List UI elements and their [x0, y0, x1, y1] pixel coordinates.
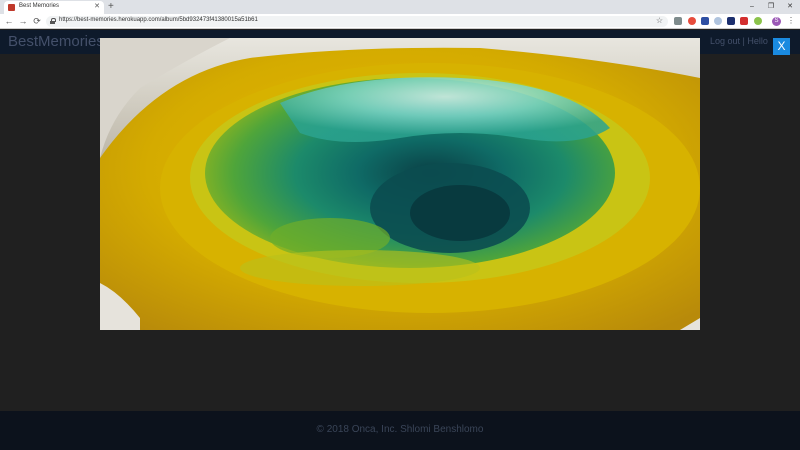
navbar-links[interactable]: Log out | Hello [710, 36, 768, 46]
profile-avatar[interactable]: S [772, 17, 781, 26]
footer-copyright: © 2018 Onca, Inc. Shlomi Benshlomo [316, 424, 484, 435]
browser-tabstrip: Best Memories ✕ + – ❐ ✕ [0, 0, 800, 14]
window-close-button[interactable]: ✕ [781, 1, 799, 12]
new-tab-button[interactable]: + [108, 0, 114, 13]
back-arrow-icon[interactable]: ← [3, 15, 15, 28]
window-minimize-button[interactable]: – [743, 1, 761, 12]
extension-icon[interactable] [754, 17, 762, 25]
lightbox-close-button[interactable]: X [773, 38, 790, 55]
extension-icon[interactable] [727, 17, 735, 25]
address-url[interactable]: https://best-memories.herokuapp.com/albu… [59, 17, 258, 23]
reload-icon[interactable]: ⟳ [31, 15, 43, 28]
brand-logo[interactable]: BestMemories [8, 33, 104, 50]
favicon-icon [8, 4, 15, 11]
app-footer: © 2018 Onca, Inc. Shlomi Benshlomo [0, 411, 800, 450]
extension-icon[interactable] [740, 17, 748, 25]
hot-spring-photo [100, 38, 700, 330]
window-maximize-button[interactable]: ❐ [762, 1, 780, 12]
tab-close-icon[interactable]: ✕ [94, 2, 100, 10]
tab-best-memories[interactable]: Best Memories ✕ [4, 1, 104, 14]
extension-icon[interactable] [714, 17, 722, 25]
forward-arrow-icon[interactable]: → [17, 15, 29, 28]
address-bar[interactable]: https://best-memories.herokuapp.com/albu… [46, 16, 668, 27]
lightbox-photo[interactable] [100, 38, 700, 330]
lock-icon [50, 18, 56, 24]
tab-title: Best Memories [19, 3, 60, 9]
bookmark-star-icon[interactable]: ☆ [656, 16, 663, 25]
browser-menu-icon[interactable]: ⋮ [787, 15, 795, 27]
opera-extension-icon[interactable] [688, 17, 696, 25]
browser-toolbar: ← → ⟳ https://best-memories.herokuapp.co… [0, 14, 800, 29]
extension-icon[interactable] [674, 17, 682, 25]
extension-icon[interactable] [701, 17, 709, 25]
